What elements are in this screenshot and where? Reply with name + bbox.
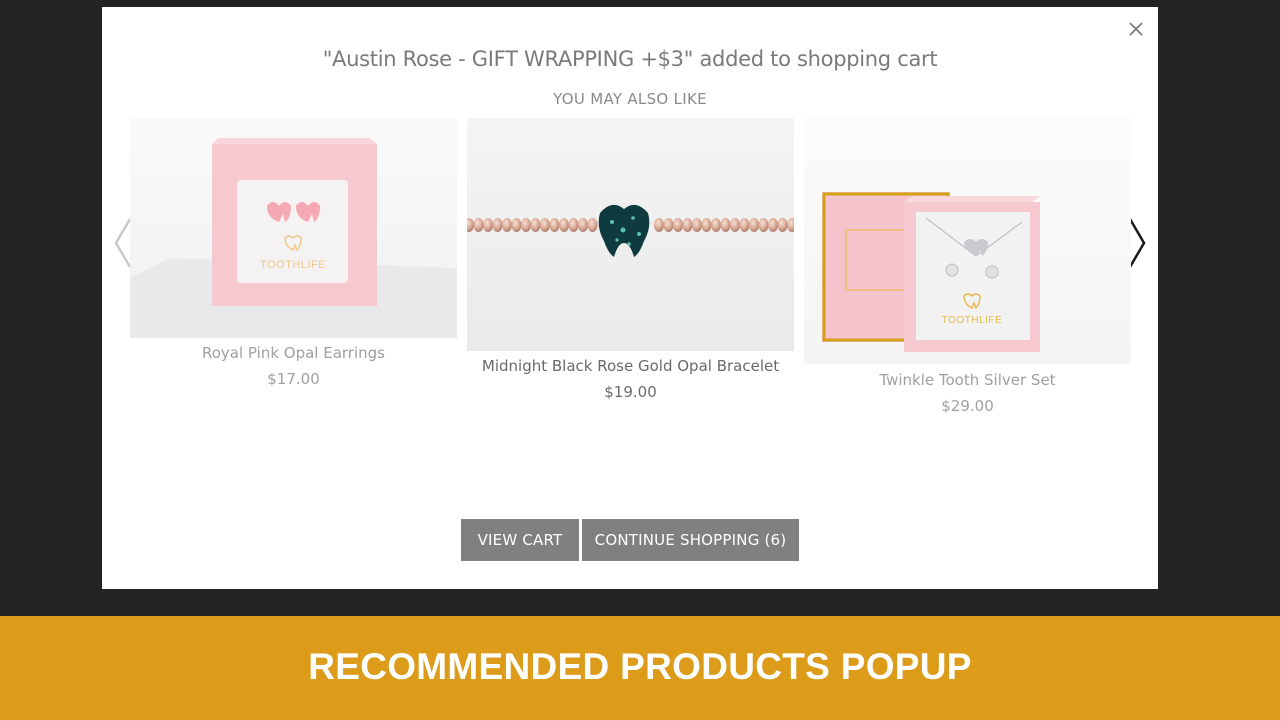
product-name[interactable]: Twinkle Tooth Silver Set <box>804 371 1131 389</box>
banner-title: RECOMMENDED PRODUCTS POPUP <box>308 646 972 687</box>
bead <box>758 218 769 232</box>
bead <box>701 218 712 232</box>
bead <box>692 218 702 232</box>
bead <box>768 218 778 232</box>
bead <box>720 218 731 232</box>
bead <box>559 218 569 232</box>
bead <box>730 218 740 232</box>
product-image[interactable] <box>467 118 794 351</box>
bead <box>673 218 683 232</box>
bead <box>787 218 794 232</box>
bead <box>530 218 541 232</box>
bead <box>587 218 598 232</box>
bead <box>777 218 788 232</box>
bead <box>467 218 474 232</box>
section-title: YOU MAY ALSO LIKE <box>553 90 707 108</box>
bead <box>502 218 512 232</box>
bead <box>663 218 674 232</box>
continue-shopping-button[interactable]: CONTINUE SHOPPING (6) <box>582 519 799 561</box>
product-image[interactable]: TOOTHLIFE <box>130 118 457 338</box>
product-price: $17.00 <box>267 370 320 388</box>
bead <box>568 218 579 232</box>
bead <box>549 218 560 232</box>
bead <box>473 218 484 232</box>
product-price: $29.00 <box>941 397 994 415</box>
popup-headline: "Austin Rose - GIFT WRAPPING +$3" added … <box>322 47 938 71</box>
box-brand-text: TOOTHLIFE <box>942 315 1002 326</box>
bead <box>711 218 721 232</box>
product-image[interactable]: TOOTHLIFE <box>804 118 1131 364</box>
bead <box>483 218 493 232</box>
product-card[interactable]: Midnight Black Rose Gold Opal Bracelet $… <box>467 118 794 408</box>
product-name[interactable]: Midnight Black Rose Gold Opal Bracelet <box>467 357 794 375</box>
added-to-cart-popup: "Austin Rose - GIFT WRAPPING +$3" added … <box>102 7 1158 589</box>
bead <box>540 218 550 232</box>
bead <box>749 218 759 232</box>
product-price: $19.00 <box>604 383 657 401</box>
bead <box>521 218 531 232</box>
product-name[interactable]: Royal Pink Opal Earrings <box>130 344 457 362</box>
feature-banner: RECOMMENDED PRODUCTS POPUP <box>0 616 1280 720</box>
box-brand-text: TOOTHLIFE <box>260 259 326 271</box>
bead <box>682 218 693 232</box>
bead <box>739 218 750 232</box>
product-card[interactable]: TOOTHLIFE Royal Pink Opal Earrings $17.0… <box>130 118 457 398</box>
bead <box>654 218 664 232</box>
bead <box>511 218 522 232</box>
bead <box>578 218 588 232</box>
bead <box>492 218 503 232</box>
close-icon[interactable] <box>1126 19 1146 39</box>
product-card[interactable]: TOOTHLIFE Twinkle Tooth Silver Set $29.0… <box>804 118 1131 418</box>
view-cart-button[interactable]: VIEW CART <box>461 519 579 561</box>
